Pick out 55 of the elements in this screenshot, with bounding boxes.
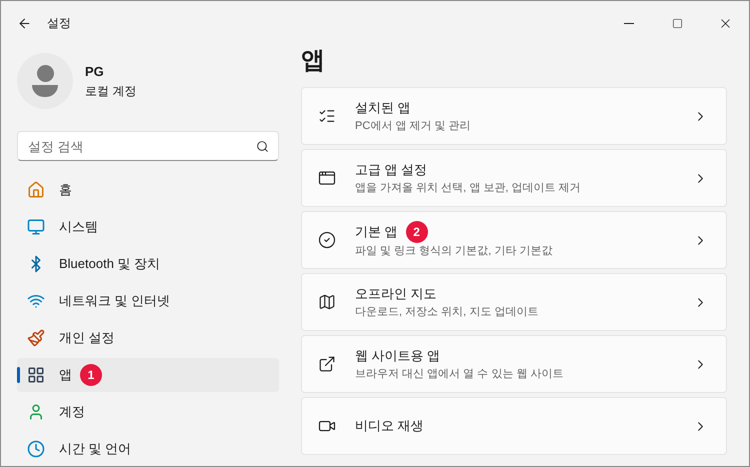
external-link-icon	[318, 355, 336, 373]
sidebar-label: 시스템	[59, 218, 98, 236]
sidebar-item[interactable]: 계정	[17, 395, 279, 429]
card-subtitle: 브라우저 대신 앱에서 열 수 있는 웹 사이트	[355, 366, 564, 382]
minimize-icon	[624, 22, 634, 24]
sidebar-label: 개인 설정	[59, 329, 115, 348]
sidebar-label: 홈	[59, 181, 72, 200]
card-title: 설치된 앱	[355, 99, 411, 117]
sidebar-item[interactable]: 홈	[17, 173, 279, 207]
card-title: 오프라인 지도	[355, 285, 437, 303]
card-subtitle: PC에서 앱 제거 및 관리	[355, 118, 472, 134]
home-icon	[27, 181, 45, 199]
wifi-icon	[27, 292, 45, 310]
check-icon	[318, 231, 336, 249]
window-icon	[318, 169, 336, 187]
sidebar-label: Bluetooth 및 장치	[59, 255, 160, 274]
settings-card[interactable]: 오프라인 지도 다운로드, 저장소 위치, 지도 업데이트	[301, 273, 727, 331]
settings-card[interactable]: 비디오 재생	[301, 397, 727, 455]
number-badge: 1	[80, 364, 102, 386]
maximize-icon	[672, 18, 682, 28]
window-title: 설정	[47, 15, 71, 32]
sidebar-label: 네트워크 및 인터넷	[59, 292, 170, 310]
apps-icon	[27, 366, 45, 384]
map-icon	[318, 293, 336, 311]
sidebar-label: 시간 및 언어	[59, 440, 132, 458]
account-type: 로컬 계정	[85, 82, 136, 100]
sidebar-item[interactable]: 네트워크 및 인터넷	[17, 284, 279, 318]
sidebar-label: 앱	[59, 366, 72, 384]
sidebar-item[interactable]: 앱 1	[17, 358, 279, 392]
sidebar-item[interactable]: 시스템	[17, 210, 279, 244]
clock-icon	[27, 440, 45, 458]
settings-card[interactable]: 설치된 앱 PC에서 앱 제거 및 관리	[301, 87, 727, 145]
person-icon	[27, 403, 45, 421]
page-title: 앱	[301, 46, 326, 76]
settings-card[interactable]: 기본 앱 2 파일 및 링크 형식의 기본값, 기타 기본값	[301, 211, 727, 269]
card-subtitle: 파일 및 링크 형식의 기본값, 기타 기본값	[355, 244, 554, 259]
card-title: 고급 앱 설정	[355, 161, 428, 179]
settings-card[interactable]: 고급 앱 설정 앱을 가져올 위치 선택, 앱 보관, 업데이트 제거	[301, 149, 727, 207]
search-icon	[256, 140, 269, 153]
monitor-icon	[27, 218, 45, 236]
number-badge: 2	[406, 220, 428, 243]
card-subtitle: 앱을 가져올 위치 선택, 앱 보관, 업데이트 제거	[355, 180, 582, 196]
list-icon	[318, 107, 336, 125]
sidebar-item[interactable]: 시간 및 언어	[17, 432, 279, 466]
card-subtitle: 다운로드, 저장소 위치, 지도 업데이트	[355, 304, 540, 320]
brush-icon	[27, 329, 45, 347]
card-title: 기본 앱	[355, 223, 398, 241]
account-name: PG	[85, 63, 105, 82]
card-title: 비디오 재생	[355, 417, 424, 436]
settings-card[interactable]: 웹 사이트용 앱 브라우저 대신 앱에서 열 수 있는 웹 사이트	[301, 335, 727, 393]
sidebar-item[interactable]: Bluetooth 및 장치	[17, 247, 279, 281]
sidebar-label: 계정	[59, 403, 85, 422]
search-field[interactable]: 설정 검색	[17, 131, 279, 161]
card-title: 웹 사이트용 앱	[355, 347, 440, 365]
sidebar-item[interactable]: 개인 설정	[17, 321, 279, 355]
